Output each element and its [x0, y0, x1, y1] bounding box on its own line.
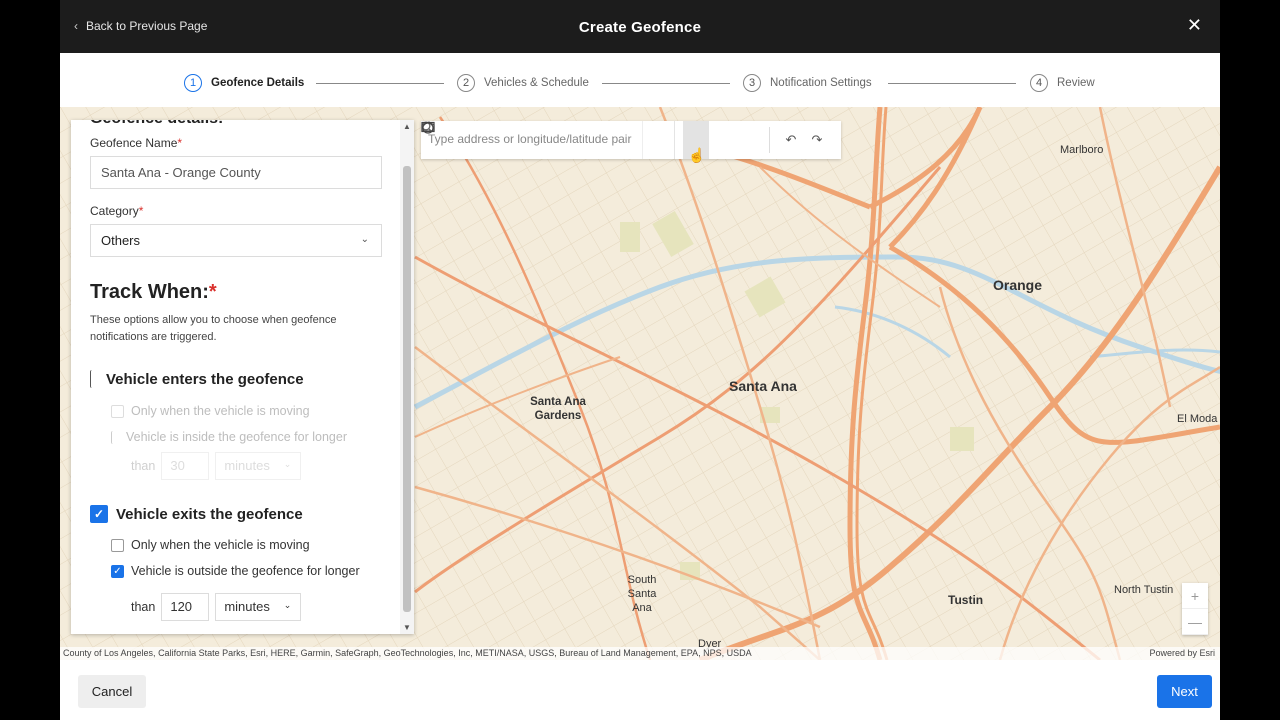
enters-checkbox[interactable] — [90, 370, 98, 388]
zoom-out-button[interactable]: — — [1182, 609, 1208, 635]
step-label: Review — [1057, 77, 1095, 89]
step-connector — [602, 83, 730, 84]
map-label-marlboro: Marlboro — [1060, 144, 1104, 156]
header-bar: ‹ Back to Previous Page Create Geofence … — [60, 0, 1220, 53]
step-label: Vehicles & Schedule — [484, 77, 589, 89]
footer-bar: Cancel Next — [60, 660, 1220, 720]
zoom-in-button[interactable]: + — [1182, 583, 1208, 609]
chevron-down-icon: ⌄ — [360, 234, 369, 245]
scroll-up-icon[interactable]: ▲ — [403, 122, 411, 131]
scroll-down-icon[interactable]: ▼ — [403, 623, 411, 632]
main-content: Santa Ana Orange Santa Ana Gardens South… — [60, 107, 1220, 660]
map-label-orange: Orange — [993, 277, 1043, 293]
category-value: Others — [101, 233, 141, 248]
exits-outside-checkbox[interactable]: ✓ — [111, 564, 124, 578]
enters-inside-label: Vehicle is inside the geofence for longe… — [126, 430, 347, 444]
chevron-down-icon: ⌄ — [283, 459, 292, 469]
create-geofence-modal: ‹ Back to Previous Page Create Geofence … — [60, 0, 1220, 720]
step-number: 2 — [457, 74, 475, 92]
attribution-text: County of Los Angeles, California State … — [63, 648, 752, 658]
step-review[interactable]: 4 Review — [1030, 74, 1095, 92]
category-select[interactable]: Others ⌄ — [90, 224, 382, 257]
exits-moving-option[interactable]: Only when the vehicle is moving — [111, 538, 310, 552]
geofence-name-label: Geofence Name* — [90, 136, 183, 150]
panel-scrollbar[interactable]: ▲ ▼ — [400, 120, 414, 634]
exits-outside-option[interactable]: ✓ Vehicle is outside the geofence for lo… — [111, 564, 360, 578]
enters-moving-checkbox[interactable] — [111, 404, 124, 418]
toolbar-divider — [769, 127, 770, 153]
map-attribution: County of Los Angeles, California State … — [60, 647, 1220, 660]
powered-by-link[interactable]: Powered by Esri — [1149, 648, 1215, 658]
geofence-name-input[interactable]: Santa Ana - Orange County — [90, 156, 382, 189]
step-connector — [888, 83, 1016, 84]
search-icon[interactable] — [421, 121, 675, 159]
close-icon[interactable]: ✕ — [1187, 15, 1202, 36]
enters-inside-checkbox[interactable] — [111, 430, 119, 444]
map-label-santa-ana: Santa Ana — [729, 378, 797, 394]
rectangle-icon[interactable] — [421, 121, 735, 159]
map-label-north-tustin: North Tustin — [1114, 584, 1174, 596]
step-connector — [316, 83, 444, 84]
page-title: Create Geofence — [578, 19, 702, 36]
enters-unit-select[interactable]: minutes ⌄ — [215, 452, 302, 480]
map-toolbar: Type address or longitude/latitude pair … — [421, 121, 841, 159]
step-number: 4 — [1030, 74, 1048, 92]
chevron-down-icon: ⌄ — [283, 600, 292, 610]
exits-checkbox[interactable]: ✓ — [90, 505, 108, 523]
enters-duration-input[interactable]: 30 — [161, 452, 210, 480]
step-number: 1 — [184, 74, 202, 92]
than-label: than — [131, 459, 156, 473]
pointer-cursor-icon: ☝ — [688, 147, 706, 163]
exits-outside-label: Vehicle is outside the geofence for long… — [131, 564, 360, 578]
exits-label: Vehicle exits the geofence — [116, 505, 303, 523]
category-label: Category* — [90, 204, 144, 218]
next-button[interactable]: Next — [1157, 675, 1212, 708]
exits-duration-input[interactable]: 120 — [161, 593, 210, 621]
exits-duration-row: than 120 minutes ⌄ — [131, 593, 302, 621]
enters-label: Vehicle enters the geofence — [106, 370, 304, 388]
enters-geofence-toggle[interactable]: Vehicle enters the geofence — [90, 370, 304, 388]
than-label: than — [131, 600, 156, 614]
step-notification-settings[interactable]: 3 Notification Settings — [743, 74, 872, 92]
exits-geofence-toggle[interactable]: ✓ Vehicle exits the geofence — [90, 505, 303, 523]
map-label-el-modena: El Moda — [1177, 413, 1218, 425]
section-title: Geofence details: — [90, 120, 223, 128]
exits-moving-checkbox[interactable] — [111, 538, 124, 552]
step-label: Geofence Details — [211, 77, 305, 89]
stepper: 1 Geofence Details 2 Vehicles & Schedule… — [60, 53, 1220, 107]
track-when-title: Track When:* — [90, 281, 217, 303]
step-number: 3 — [743, 74, 761, 92]
step-label: Notification Settings — [770, 77, 872, 89]
cancel-button[interactable]: Cancel — [78, 675, 146, 708]
exits-unit-select[interactable]: minutes ⌄ — [215, 593, 302, 621]
zoom-controls: + — — [1182, 583, 1208, 635]
enters-inside-option[interactable]: Vehicle is inside the geofence for longe… — [111, 430, 347, 444]
step-vehicles-schedule[interactable]: 2 Vehicles & Schedule — [457, 74, 589, 92]
map-label-santa-ana-gardens: Santa Ana Gardens — [530, 396, 586, 422]
map-label-tustin: Tustin — [948, 593, 984, 607]
exits-moving-label: Only when the vehicle is moving — [131, 538, 310, 552]
scrollbar-thumb[interactable] — [403, 166, 411, 612]
address-search-input[interactable]: Type address or longitude/latitude pair — [421, 121, 643, 159]
step-geofence-details[interactable]: 1 Geofence Details — [184, 74, 304, 92]
undo-icon[interactable]: ↶ — [778, 121, 804, 159]
geofence-details-panel: Geofence details: Geofence Name* Santa A… — [71, 120, 414, 634]
enters-duration-row: than 30 minutes ⌄ — [131, 452, 302, 480]
redo-icon[interactable]: ↷ — [804, 121, 830, 159]
enters-moving-label: Only when the vehicle is moving — [131, 404, 310, 418]
circle-icon[interactable] — [422, 121, 761, 159]
map-label-south-santa-ana: South Santa Ana — [627, 574, 657, 614]
enters-moving-option[interactable]: Only when the vehicle is moving — [111, 404, 310, 418]
track-when-description: These options allow you to choose when g… — [90, 314, 337, 343]
